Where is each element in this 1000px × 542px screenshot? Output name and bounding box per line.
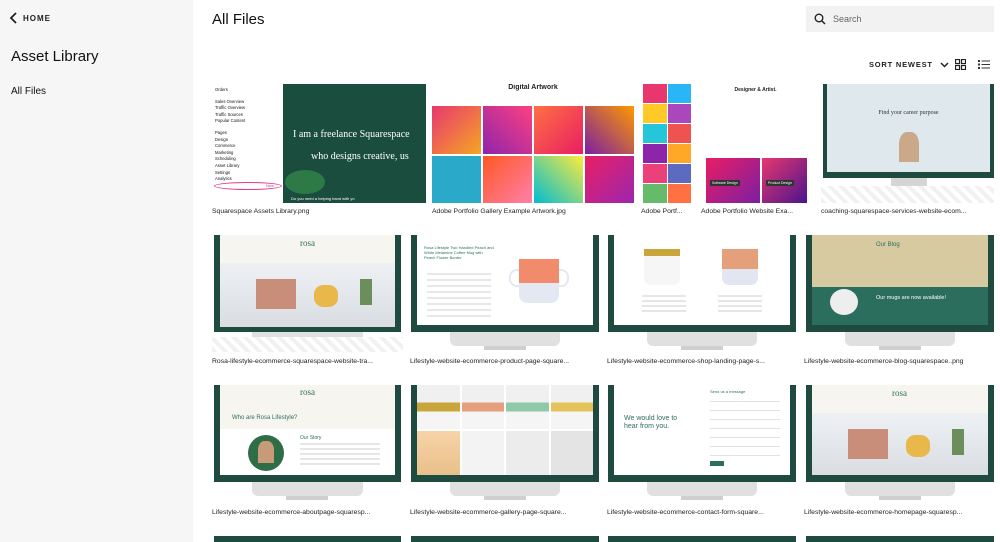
- file-thumbnail-adobe-gallery[interactable]: Digital Artwork: [432, 84, 634, 203]
- thumb-heading: We would love to: [624, 415, 678, 422]
- file-name: Lifestyle-website-ecommerce-homepage-squ…: [804, 509, 963, 516]
- file-thumbnail-coaching[interactable]: Find your career purpose: [821, 84, 994, 203]
- thumb-label: Software Design: [710, 180, 740, 186]
- file-thumbnail-gallery-page[interactable]: [410, 385, 600, 502]
- file-name: Lifestyle-website-ecommerce-contact-form…: [607, 509, 764, 516]
- file-name: Lifestyle-website-ecommerce-gallery-page…: [410, 509, 567, 516]
- file-thumbnail-shop-landing[interactable]: [607, 235, 797, 352]
- file-name: coaching-squarespace-services-website-ec…: [821, 208, 967, 215]
- file-thumbnail-squarespace-assets[interactable]: Orders Sales Overview Traffic Overview T…: [212, 84, 426, 203]
- thumb-hero: I am a freelance Squarespace who designs…: [283, 84, 426, 203]
- thumb-heading: Designer & Artist.: [734, 87, 777, 93]
- thumb-heading: Our Blog: [876, 242, 900, 248]
- thumb-logo: rosa: [300, 238, 315, 248]
- new-badge: New: [266, 183, 275, 188]
- file-thumbnail-homepage[interactable]: rosa: [805, 385, 994, 502]
- grid-view-icon[interactable]: [955, 59, 966, 70]
- search-icon: [814, 13, 826, 25]
- chevron-left-icon: [9, 12, 17, 24]
- thumb-heading: Find your career purpose: [878, 110, 939, 116]
- page-title: All Files: [212, 11, 265, 28]
- file-name: Adobe Portfolio Gallery Example Artwork.…: [432, 208, 566, 215]
- artwork-grid: [432, 106, 634, 203]
- file-thumbnail-partial[interactable]: [411, 536, 599, 542]
- sidebar-item-all-files[interactable]: All Files: [11, 86, 46, 97]
- file-name: Lifestyle-website-ecommerce-shop-landing…: [607, 358, 765, 365]
- file-name: Adobe Portfolio Website Exa...: [701, 208, 794, 215]
- thumb-heading: Digital Artwork: [508, 84, 558, 91]
- search-input[interactable]: [833, 14, 983, 24]
- home-label: HOME: [23, 13, 51, 23]
- sort-label: SORT NEWEST: [869, 60, 933, 69]
- search-box[interactable]: [806, 6, 994, 32]
- sidebar: HOME Asset Library All Files: [0, 0, 193, 542]
- thumb-menu: Orders Sales Overview Traffic Overview T…: [215, 87, 246, 182]
- thumb-heading: Who are Rosa Lifestyle?: [232, 415, 298, 421]
- tile-grid: [643, 84, 691, 203]
- file-name: Adobe Portf...: [641, 208, 683, 215]
- file-thumbnail-partial[interactable]: [806, 536, 994, 542]
- thumb-form-title: Send us a message: [710, 389, 746, 394]
- thumb-heading: Rosa Lifestyle Two Handled Peach and Whi…: [424, 245, 494, 260]
- file-name: Lifestyle-website-ecommerce-blog-squares…: [804, 358, 964, 365]
- thumb-logo: rosa: [892, 388, 907, 398]
- list-view-icon[interactable]: [978, 59, 990, 70]
- chevron-down-icon: [940, 61, 949, 68]
- file-thumbnail-blog[interactable]: Our Blog Our mugs are now available!: [805, 235, 994, 352]
- home-link[interactable]: HOME: [9, 12, 51, 24]
- file-thumbnail-aboutpage[interactable]: rosa Who are Rosa Lifestyle? Our Story: [212, 385, 403, 502]
- thumb-banner: Our mugs are now available!: [876, 295, 947, 301]
- thumb-subheading: Our Story: [300, 435, 322, 441]
- file-name: Lifestyle-website-ecommerce-product-page…: [410, 358, 570, 365]
- file-thumbnail-partial[interactable]: [608, 536, 796, 542]
- file-thumbnail-contact-form[interactable]: We would love to hear from you. Send us …: [607, 385, 797, 502]
- file-name: Rosa-lifestyle-ecommerce-squarespace-web…: [212, 358, 373, 365]
- thumb-label: Product Design: [766, 180, 794, 186]
- file-name: Lifestyle-website-ecommerce-aboutpage-sq…: [212, 509, 371, 516]
- file-thumbnail-partial[interactable]: [214, 536, 401, 542]
- sidebar-title: Asset Library: [11, 48, 99, 65]
- file-thumbnail-adobe-portfolio-1[interactable]: [641, 84, 693, 203]
- thumb-heading: hear from you.: [624, 423, 670, 430]
- file-thumbnail-rosa-lifestyle[interactable]: rosa: [212, 235, 403, 352]
- file-thumbnail-adobe-portfolio-website[interactable]: Designer & Artist. Software Design Produ…: [700, 84, 811, 203]
- sort-dropdown[interactable]: SORT NEWEST: [869, 60, 949, 69]
- thumb-logo: rosa: [300, 387, 315, 397]
- file-name: Squarespace Assets Library.png: [212, 208, 310, 215]
- file-thumbnail-product-page[interactable]: Rosa Lifestyle Two Handled Peach and Whi…: [410, 235, 600, 352]
